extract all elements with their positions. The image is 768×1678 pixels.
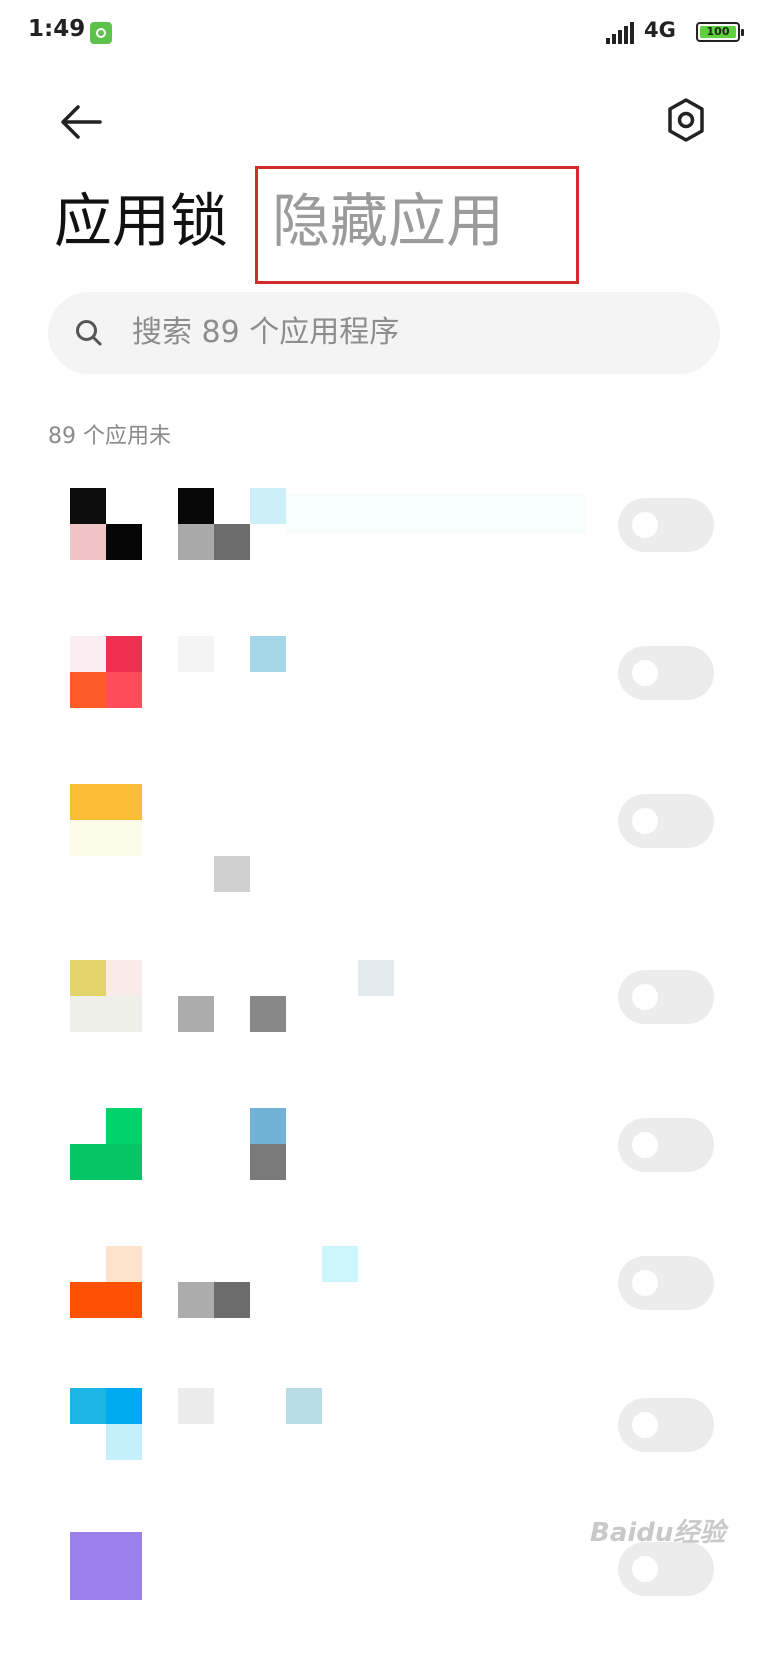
list-item[interactable]	[0, 488, 768, 634]
list-item[interactable]	[0, 784, 768, 930]
app-notification-icon	[90, 22, 112, 44]
app-name-pixelated	[178, 488, 598, 560]
network-type: 4G	[644, 18, 676, 42]
app-count-label: 89 个应用未	[48, 424, 171, 449]
app-lock-toggle[interactable]	[618, 1118, 714, 1172]
list-item[interactable]	[0, 960, 768, 1106]
search-input[interactable]: 搜索 89 个应用程序	[48, 292, 720, 374]
app-name-pixelated	[178, 636, 598, 708]
toggle-knob	[632, 984, 658, 1010]
toggle-knob	[632, 1132, 658, 1158]
app-icon	[70, 488, 142, 560]
tab-hidden-apps[interactable]: 隐藏应用	[272, 186, 504, 256]
arrow-left-icon	[61, 105, 102, 139]
list-item[interactable]	[0, 636, 768, 782]
app-name-pixelated	[178, 960, 598, 1032]
search-icon	[76, 320, 102, 346]
signal-bars-icon	[606, 22, 636, 44]
app-icon	[70, 784, 142, 856]
status-bar: 1:49 4G 100	[0, 0, 768, 64]
toggle-knob	[632, 1556, 658, 1582]
app-icon	[70, 636, 142, 708]
app-name-pixelated	[178, 1108, 598, 1180]
app-lock-toggle[interactable]	[618, 1256, 714, 1310]
tab-app-lock[interactable]: 应用锁	[54, 186, 228, 256]
app-icon	[70, 1532, 142, 1604]
toggle-knob	[632, 1412, 658, 1438]
app-lock-toggle[interactable]	[618, 646, 714, 700]
list-item[interactable]	[0, 1246, 768, 1392]
toggle-knob	[632, 1270, 658, 1296]
back-button[interactable]	[56, 96, 108, 148]
toggle-knob	[632, 808, 658, 834]
app-name-pixelated	[178, 1388, 598, 1460]
app-icon	[70, 960, 142, 1032]
battery-level: 100	[700, 26, 736, 38]
app-lock-toggle[interactable]	[618, 970, 714, 1024]
toggle-knob	[632, 660, 658, 686]
settings-button[interactable]	[664, 96, 708, 144]
watermark: Baidu经验	[590, 1518, 726, 1548]
toggle-knob	[632, 512, 658, 538]
app-name-pixelated	[178, 1246, 598, 1318]
battery-icon: 100	[696, 22, 744, 42]
list-item[interactable]	[0, 1532, 768, 1678]
app-name-pixelated	[178, 784, 598, 892]
search-placeholder: 搜索 89 个应用程序	[132, 315, 400, 350]
status-time: 1:49	[28, 16, 86, 42]
app-lock-toggle[interactable]	[618, 1398, 714, 1452]
app-icon	[70, 1246, 142, 1318]
app-icon	[70, 1108, 142, 1180]
list-item[interactable]	[0, 1108, 768, 1254]
app-lock-toggle[interactable]	[618, 794, 714, 848]
app-lock-toggle[interactable]	[618, 498, 714, 552]
app-icon	[70, 1388, 142, 1460]
hexagon-settings-icon	[668, 98, 704, 142]
app-lock-toggle[interactable]	[618, 1542, 714, 1596]
